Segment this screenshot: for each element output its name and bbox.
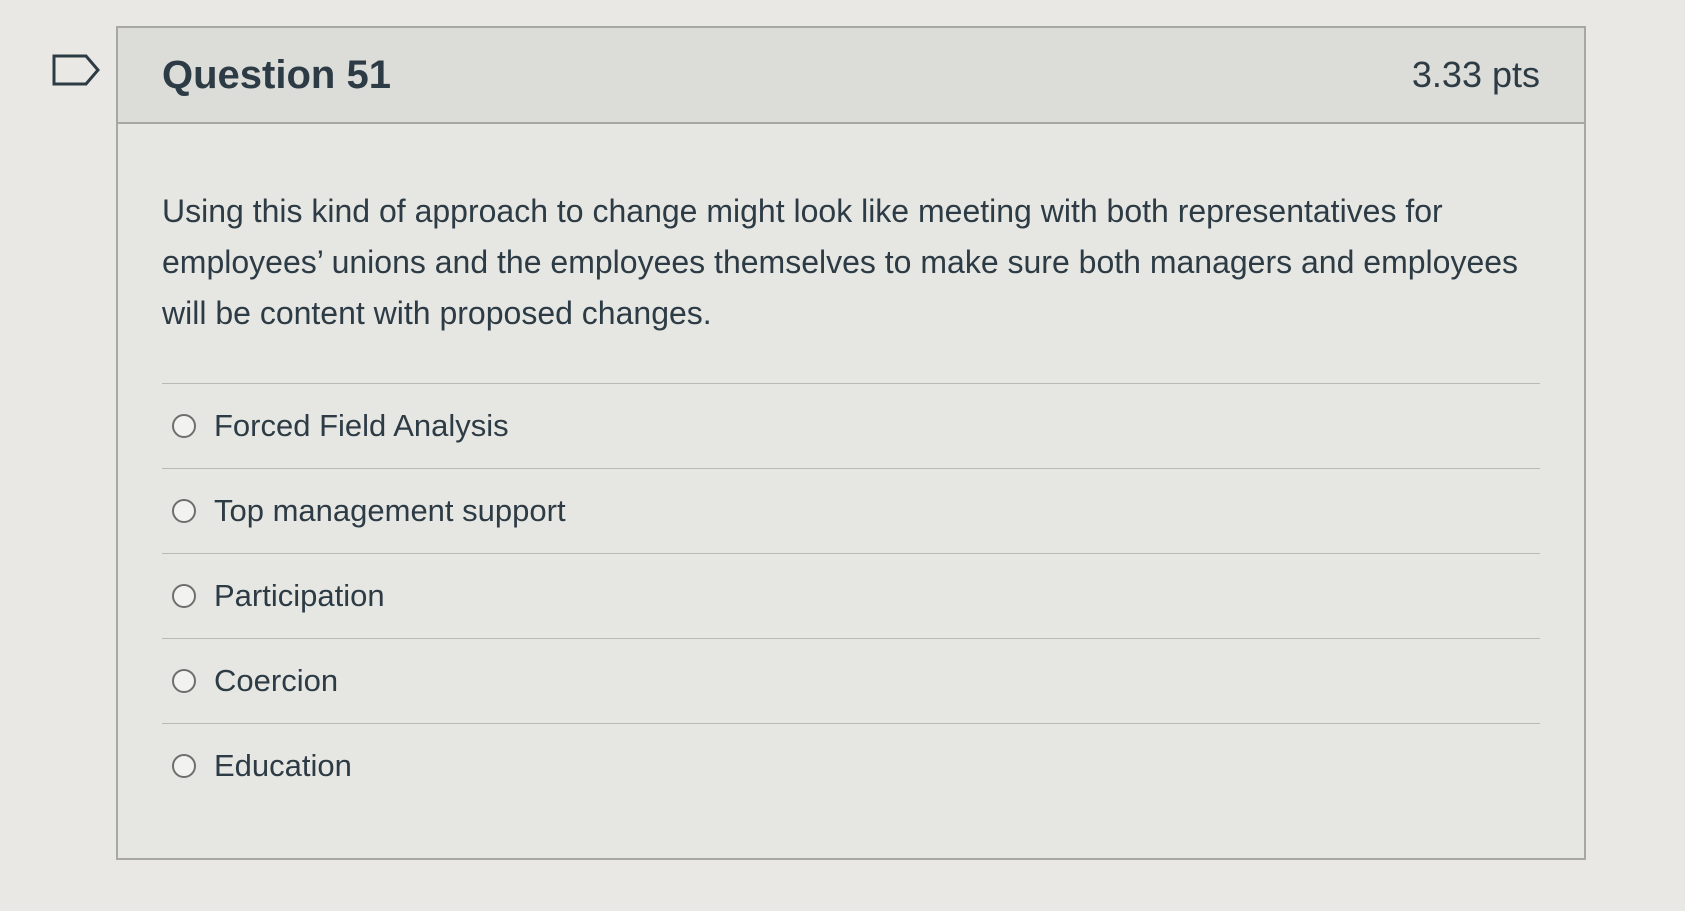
radio-unchecked-icon[interactable] [172, 584, 196, 608]
radio-unchecked-icon[interactable] [172, 754, 196, 778]
radio-unchecked-icon[interactable] [172, 669, 196, 693]
flag-question-icon[interactable] [52, 54, 100, 86]
answer-option[interactable]: Coercion [162, 639, 1540, 724]
answer-label: Coercion [214, 663, 339, 698]
answer-list: Forced Field Analysis Top management sup… [162, 383, 1540, 808]
question-title: Question 51 [162, 52, 391, 97]
answer-label: Forced Field Analysis [214, 408, 509, 443]
answer-option[interactable]: Education [162, 724, 1540, 808]
question-text: Using this kind of approach to change mi… [162, 193, 1519, 331]
answer-option[interactable]: Participation [162, 554, 1540, 639]
question-points: 3.33 pts [1411, 54, 1540, 95]
radio-unchecked-icon[interactable] [172, 499, 196, 523]
quiz-page: Question 51 3.33 pts Using this kind of … [0, 0, 1685, 911]
answer-option[interactable]: Forced Field Analysis [162, 384, 1540, 469]
answer-label: Participation [214, 578, 385, 613]
question-card: Question 51 3.33 pts Using this kind of … [116, 26, 1586, 860]
question-header: Question 51 3.33 pts [118, 28, 1584, 124]
radio-unchecked-icon[interactable] [172, 414, 196, 438]
answer-label: Top management support [214, 493, 566, 528]
question-body: Using this kind of approach to change mi… [118, 124, 1584, 808]
answer-option[interactable]: Top management support [162, 469, 1540, 554]
answer-label: Education [214, 748, 352, 783]
